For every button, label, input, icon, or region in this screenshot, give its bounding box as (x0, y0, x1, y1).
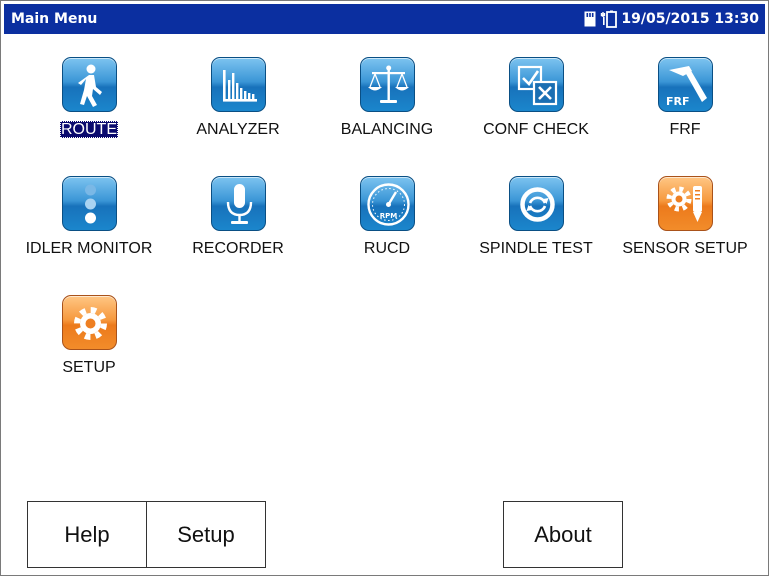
battery-icon (600, 10, 618, 28)
help-button[interactable]: Help (27, 501, 147, 568)
status-area: 19/05/2015 13:30 (583, 10, 759, 28)
idler-rollers-icon (62, 176, 117, 231)
spectrum-bars-icon (211, 57, 266, 112)
walking-person-icon (62, 57, 117, 112)
app-label-idler-monitor: IDLER MONITOR (25, 240, 153, 257)
app-rucd[interactable]: RPM RUCD (312, 176, 462, 276)
app-label-frf: FRF (669, 121, 701, 138)
app-label-route: ROUTE (60, 121, 118, 138)
checkbox-icon (509, 57, 564, 112)
app-balancing[interactable]: BALANCING (312, 57, 462, 157)
rpm-gauge-icon: RPM (360, 176, 415, 231)
app-label-rucd: RUCD (363, 240, 411, 257)
datetime-display: 19/05/2015 13:30 (621, 11, 759, 27)
app-label-balancing: BALANCING (340, 121, 434, 138)
about-button[interactable]: About (503, 501, 623, 568)
gear-sensor-icon (658, 176, 713, 231)
app-label-recorder: RECORDER (192, 240, 284, 257)
app-analyzer[interactable]: ANALYZER (163, 57, 313, 157)
title-bar: Main Menu 19/05/2015 13:30 (4, 4, 765, 34)
app-label-spindle-test: SPINDLE TEST (479, 240, 593, 257)
balance-scale-icon (360, 57, 415, 112)
app-conf-check[interactable]: CONF CHECK (461, 57, 611, 157)
main-menu-window: Main Menu 19/05/2015 13:30 ROUTE ANALYZE… (0, 0, 769, 576)
app-sensor-setup[interactable]: SENSOR SETUP (610, 176, 760, 276)
app-label-conf-check: CONF CHECK (483, 121, 589, 138)
rpm-icon-text: RPM (380, 212, 398, 220)
app-frf[interactable]: FRF FRF (610, 57, 760, 157)
window-title: Main Menu (11, 11, 98, 27)
microphone-icon (211, 176, 266, 231)
gear-icon (62, 295, 117, 350)
frf-icon-text: FRF (666, 95, 690, 108)
app-recorder[interactable]: RECORDER (163, 176, 313, 276)
app-spindle-test[interactable]: SPINDLE TEST (461, 176, 611, 276)
memory-card-icon (583, 11, 597, 27)
hammer-frf-icon: FRF (658, 57, 713, 112)
app-idler-monitor[interactable]: IDLER MONITOR (14, 176, 164, 276)
app-label-analyzer: ANALYZER (196, 121, 280, 138)
app-label-setup: SETUP (62, 359, 116, 376)
setup-button[interactable]: Setup (146, 501, 266, 568)
app-route[interactable]: ROUTE (14, 57, 164, 157)
app-setup[interactable]: SETUP (14, 295, 164, 395)
app-label-sensor-setup: SENSOR SETUP (622, 240, 748, 257)
spindle-icon (509, 176, 564, 231)
